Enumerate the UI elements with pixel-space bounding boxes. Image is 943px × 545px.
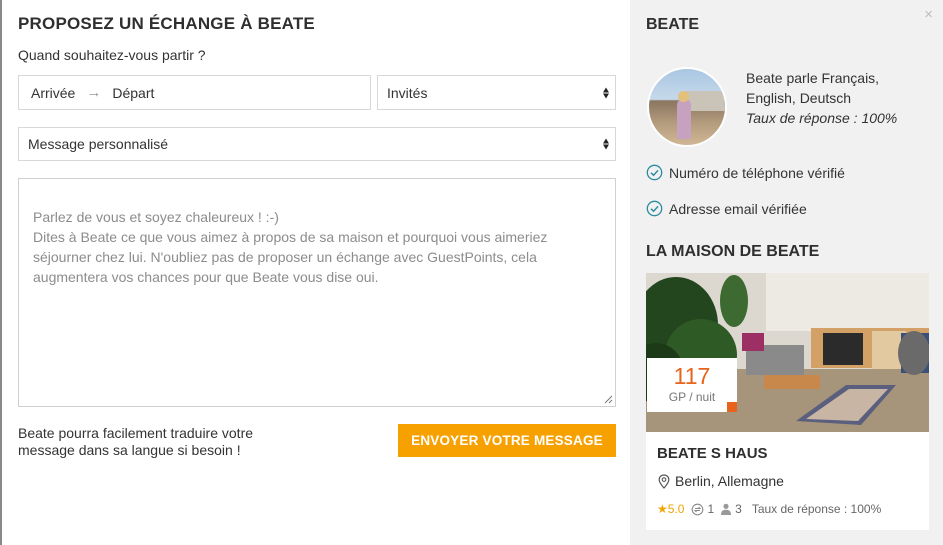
message-type-select[interactable]: Message personnalisé [18,127,616,161]
select-arrows-icon [603,87,609,98]
avatar [647,67,727,147]
email-verified-label: Adresse email vérifiée [669,200,807,217]
email-verified: Adresse email vérifiée [646,200,807,217]
message-textarea[interactable]: Parlez de vous et soyez chaleureux ! :-)… [18,178,616,407]
host-languages: Beate parle Français, English, Deutsch [746,70,880,106]
house-meta: ★ 5.0 1 3 Taux de réponse : 100% [657,502,881,516]
phone-verified: Numéro de téléphone vérifié [646,164,845,181]
house-response-rate: Taux de réponse : 100% [751,502,882,516]
house-card[interactable]: 117 GP / nuit BEATE S HAUS Berlin, Allem… [646,273,929,530]
exchanges-value: 1 [707,502,715,516]
date-range-input[interactable]: Arrivée → Départ [18,75,371,110]
host-info: Beate parle Français, English, Deutsch T… [746,68,897,128]
check-circle-icon [646,164,663,181]
phone-verified-label: Numéro de téléphone vérifié [669,164,845,181]
house-photo[interactable]: 117 GP / nuit [646,273,929,432]
capacity-value: 3 [735,502,742,516]
when-label: Quand souhaitez-vous partir ? [18,47,206,63]
send-message-button[interactable]: ENVOYER VOTRE MESSAGE [398,424,616,457]
close-icon[interactable]: × [924,6,933,23]
host-name: BEATE [646,16,700,33]
translation-note: Beate pourra facilement traduire votre m… [18,425,254,458]
house-section-title: LA MAISON DE BEATE [646,243,820,260]
select-arrows-icon [603,138,609,150]
house-price-unit: GP / nuit [668,390,716,404]
house-location: Berlin, Allemagne [658,473,784,489]
arrow-right-icon: → [86,84,102,101]
capacity-count: 3 [720,502,742,516]
resize-handle-icon[interactable] [604,395,613,404]
message-type-label: Message personnalisé [28,136,169,152]
star-icon: ★ [657,502,668,516]
price-tag: 117 GP / nuit [647,358,737,412]
departure-field[interactable]: Départ [112,85,154,101]
guests-select[interactable]: Invités [377,75,616,110]
exchanges-count: 1 [691,502,714,516]
host-response-rate: Taux de réponse : 100% [746,110,898,126]
arrival-field[interactable]: Arrivée [31,85,75,101]
exchange-form-panel: PROPOSEZ UN ÉCHANGE À BEATE Quand souhai… [0,0,630,545]
house-rating: 5.0 [667,502,685,516]
check-circle-icon [646,200,663,217]
house-price: 117 [673,363,711,389]
house-location-label: Berlin, Allemagne [675,473,784,489]
location-pin-icon [658,473,670,489]
price-flag [727,402,737,412]
person-icon [721,503,732,515]
form-title: PROPOSEZ UN ÉCHANGE À BEATE [18,14,315,33]
exchange-icon [692,503,704,515]
house-name[interactable]: BEATE S HAUS [657,445,768,462]
message-placeholder: Parlez de vous et soyez chaleureux ! :-)… [33,209,548,285]
guests-select-label: Invités [387,84,428,101]
